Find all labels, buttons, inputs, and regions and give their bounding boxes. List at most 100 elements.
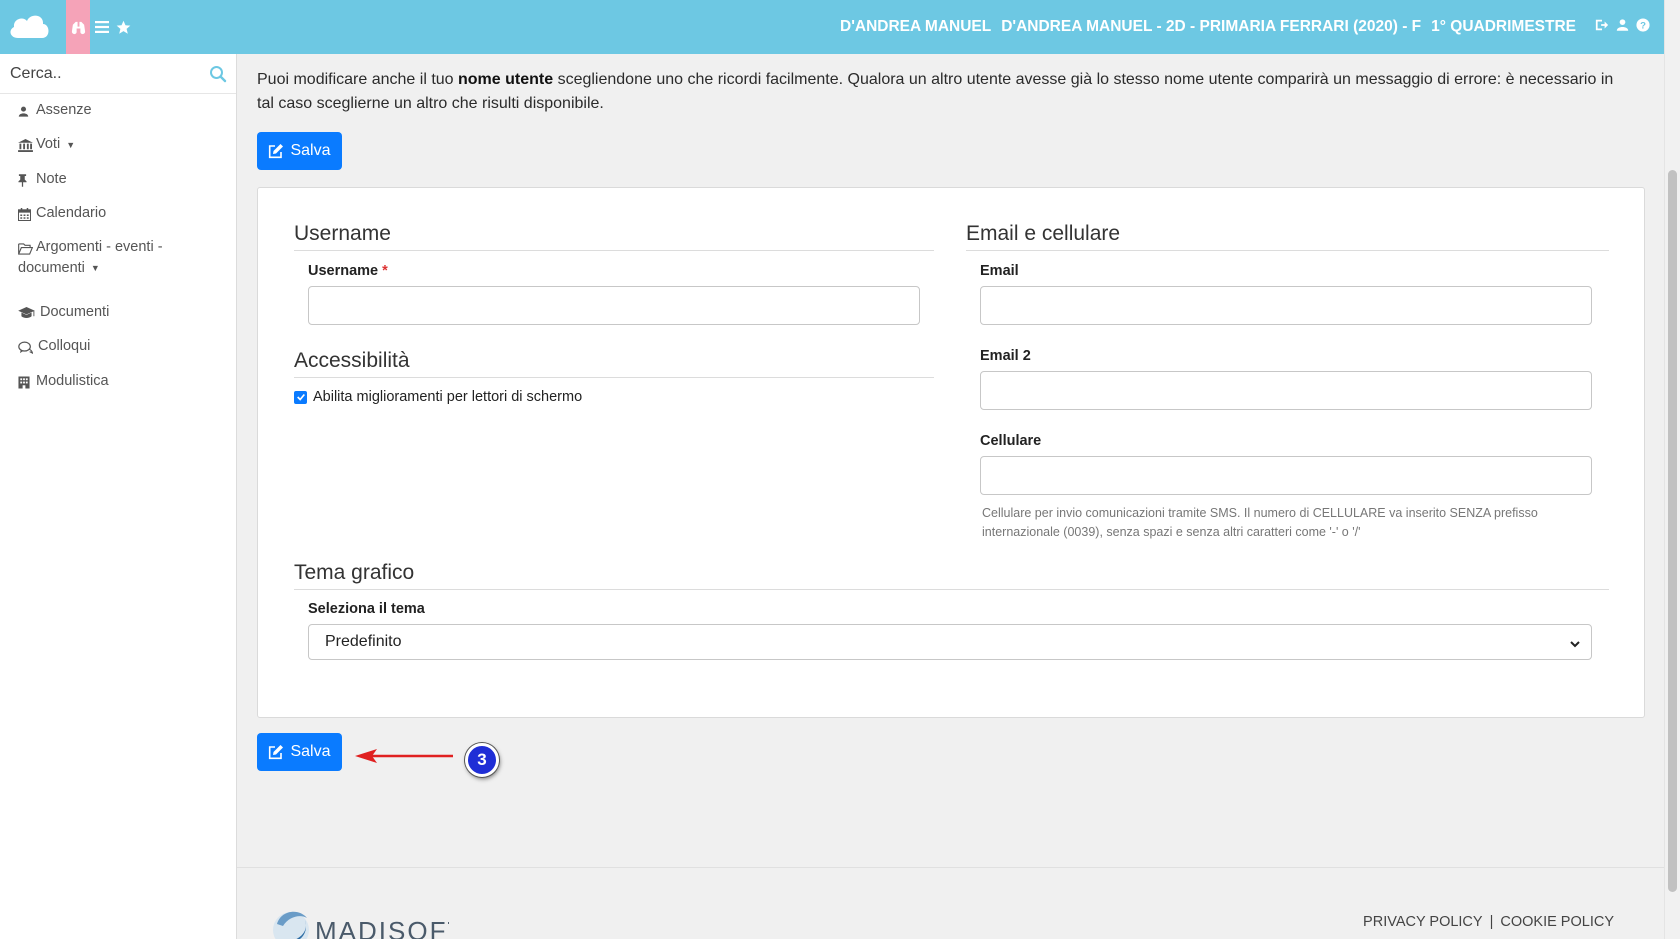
email2-field[interactable] [980, 371, 1592, 410]
user-icon[interactable] [1616, 18, 1629, 37]
intro-text: Puoi modificare anche il tuo nome utente… [257, 68, 1627, 116]
username-section-title: Username [294, 222, 391, 245]
save-button-top[interactable]: Salva [257, 132, 342, 170]
madisoft-logo: MADISOFT [273, 911, 449, 939]
email2-label: Email 2 [980, 348, 1031, 364]
brand-text: MADISOFT [315, 916, 449, 939]
sidebar-item-label-line2: documenti [18, 260, 85, 276]
step-badge: 3 [465, 743, 499, 777]
star-icon[interactable] [114, 0, 132, 54]
user-name[interactable]: D'ANDREA MANUEL [840, 18, 991, 36]
sidebar-item-voti[interactable]: Voti ▼ [0, 136, 93, 153]
cookie-policy-link[interactable]: COOKIE POLICY [1500, 914, 1614, 930]
chevron-down-icon [1569, 637, 1581, 649]
search-icon[interactable] [209, 65, 227, 83]
edit-icon [269, 745, 284, 760]
screen-reader-option[interactable]: Abilita miglioramenti per lettori di sch… [294, 389, 582, 405]
sidebar-item-label: Documenti [40, 304, 110, 320]
sidebar-item-label-line1: Argomenti - eventi - [36, 239, 163, 255]
help-icon[interactable]: ? [1636, 17, 1650, 37]
footer-separator: | [1489, 914, 1494, 930]
user-context: D'ANDREA MANUEL D'ANDREA MANUEL - 2D - P… [840, 0, 1576, 54]
cell-field[interactable] [980, 456, 1592, 495]
sidebar-item-label: Calendario [36, 205, 107, 221]
sidebar-item-assenze[interactable]: Assenze [0, 102, 110, 119]
theme-label: Seleziona il tema [308, 601, 425, 617]
accessibility-section-title: Accessibilità [294, 349, 410, 372]
sidebar-item-modulistica[interactable]: Modulistica [0, 373, 127, 390]
save-button-label: Salva [290, 142, 331, 159]
page-scrollbar[interactable] [1664, 0, 1680, 939]
period[interactable]: 1° QUADRIMESTRE [1431, 18, 1576, 36]
username-field[interactable] [308, 286, 920, 325]
sidebar-item-label: Modulistica [36, 373, 109, 389]
bank-icon [18, 139, 33, 153]
email2-input[interactable] [981, 372, 1591, 409]
student-class[interactable]: D'ANDREA MANUEL - 2D - PRIMARIA FERRARI … [1001, 18, 1421, 36]
sidebar-item-documenti[interactable]: Documenti [0, 304, 127, 321]
svg-text:?: ? [1640, 20, 1646, 31]
theme-section-title: Tema grafico [294, 561, 415, 584]
cloud-logo-icon[interactable] [6, 8, 52, 44]
save-button-label: Salva [290, 743, 331, 760]
screen-reader-checkbox[interactable] [294, 390, 307, 404]
theme-selected-value: Predefinito [325, 633, 402, 650]
sidebar-item-label: Note [36, 171, 67, 187]
footer: MADISOFT PRIVACY POLICY | COOKIE POLICY [237, 867, 1664, 939]
sidebar-item-argomenti[interactable]: Argomenti - eventi - documenti ▼ [0, 237, 181, 279]
sidebar-item-label: Assenze [36, 102, 92, 118]
intro-bold-text: nome utente [458, 71, 554, 88]
sidebar-item-label: Colloqui [38, 338, 91, 354]
settings-card: Username Username * Accessibilità Abilita… [257, 187, 1645, 718]
main-content: Puoi modificare anche il tuo nome utente… [237, 54, 1664, 939]
annotation-arrow-icon [355, 749, 453, 763]
footer-links: PRIVACY POLICY | COOKIE POLICY [1363, 914, 1614, 930]
divider [294, 250, 934, 251]
graduation-cap-icon [18, 307, 36, 321]
edit-icon [269, 144, 284, 159]
cell-hint-line: internazionale (0039), senza spazi e sen… [982, 525, 1361, 539]
screen-reader-label: Abilita miglioramenti per lettori di sch… [313, 389, 583, 405]
search-input[interactable] [0, 54, 236, 94]
username-label-text: Username [308, 263, 379, 279]
contact-section-title: Email e cellulare [966, 222, 1121, 245]
user-icon [18, 105, 32, 119]
privacy-policy-link[interactable]: PRIVACY POLICY [1363, 914, 1483, 930]
binoculars-icon[interactable] [66, 0, 90, 54]
cell-hint-line: Cellulare per invio comunicazioni tramit… [982, 506, 1538, 520]
sidebar: Assenze Voti ▼ Note Calendario Argomenti… [0, 54, 237, 939]
calendar-icon [17, 208, 32, 222]
required-marker: * [382, 263, 388, 279]
sidebar-item-calendario[interactable]: Calendario [0, 205, 124, 222]
cell-label: Cellulare [980, 433, 1042, 449]
caret-down-icon: ▼ [66, 140, 76, 150]
top-bar: D'ANDREA MANUEL D'ANDREA MANUEL - 2D - P… [0, 0, 1664, 54]
caret-down-icon: ▼ [90, 263, 100, 273]
top-right-icons: ? [1595, 0, 1650, 54]
building-icon [18, 376, 32, 390]
menu-icon[interactable] [93, 0, 111, 54]
pin-icon [18, 174, 32, 188]
sidebar-item-note[interactable]: Note [0, 171, 85, 188]
sidebar-search [0, 54, 236, 94]
divider [294, 377, 934, 378]
sidebar-item-label: Voti [36, 136, 61, 152]
divider [294, 589, 1609, 590]
folder-open-icon [18, 241, 34, 255]
email-field[interactable] [980, 286, 1592, 325]
username-input[interactable] [309, 287, 919, 324]
theme-select[interactable]: Predefinito [308, 624, 1592, 660]
email-input[interactable] [981, 287, 1591, 324]
sidebar-nav: Assenze Voti ▼ Note Calendario Argomenti… [0, 94, 236, 389]
sidebar-item-colloqui[interactable]: Colloqui [0, 338, 108, 355]
email-label: Email [980, 263, 1019, 279]
scrollbar-thumb[interactable] [1668, 170, 1677, 892]
chat-icon [18, 341, 34, 355]
logout-icon[interactable] [1595, 18, 1609, 37]
cell-hint: Cellulare per invio comunicazioni tramit… [982, 504, 1602, 542]
username-label: Username * [308, 263, 388, 279]
save-button-bottom[interactable]: Salva [257, 733, 342, 771]
cell-input[interactable] [981, 457, 1591, 494]
divider [966, 250, 1609, 251]
intro-text-part: Puoi modificare anche il tuo [257, 71, 458, 88]
